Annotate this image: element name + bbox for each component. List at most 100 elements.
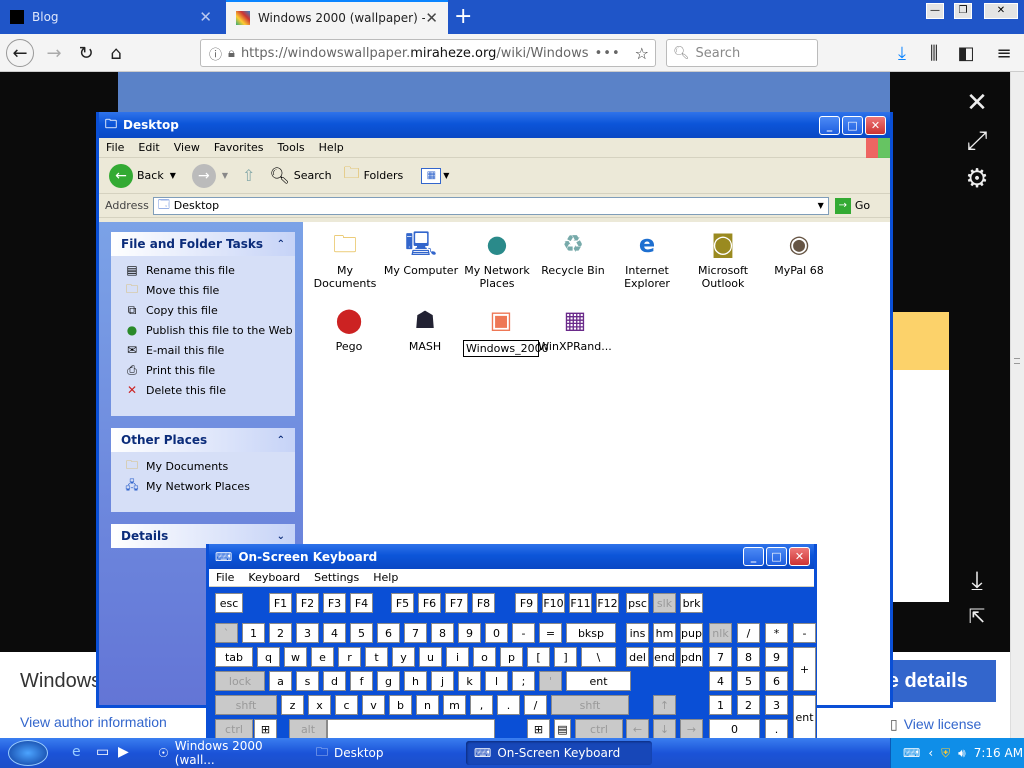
key-fn-2[interactable]: F2 xyxy=(296,593,319,613)
osk-menu-file[interactable]: File xyxy=(209,571,241,584)
place-my-network[interactable]: 🖧︎ My Network Places xyxy=(111,476,295,496)
taskbar-item-firefox[interactable]: ☉ Windows 2000 (wall... xyxy=(150,739,300,767)
search-button[interactable]: 🔍︎ Search xyxy=(269,166,331,185)
other-places-header[interactable]: Other Places ⌃ xyxy=(111,428,295,452)
explorer-titlebar[interactable]: 🗀︎ Desktop _ □ ✕ xyxy=(99,112,890,138)
task-delete[interactable]: ✕ Delete this file xyxy=(111,380,295,400)
menu-icon[interactable]: ≡ xyxy=(988,34,1020,72)
rename-box[interactable]: Windows_2000 xyxy=(463,340,549,357)
go-button[interactable]: → Go xyxy=(834,197,870,214)
view-license-link[interactable]: ▯ View license xyxy=(890,716,981,733)
media-quicklaunch-icon[interactable]: ▶ xyxy=(118,744,129,760)
key-num-13[interactable]: bksp xyxy=(566,623,616,643)
key-q-18[interactable]: 8 xyxy=(737,647,760,667)
key-fn-1[interactable]: F1 xyxy=(269,593,292,613)
dropdown-arrow-icon[interactable]: ▼ xyxy=(222,171,228,180)
library-icon[interactable]: ⫼ xyxy=(918,34,950,72)
close-lightbox-icon[interactable]: ✕ xyxy=(957,88,997,118)
search-input[interactable]: 🔍︎ Search xyxy=(666,39,818,67)
key-num-14[interactable]: ins xyxy=(626,623,649,643)
minimize-icon[interactable]: — xyxy=(926,3,944,19)
icon-windows-2000-file[interactable]: ▣ Windows_2000 xyxy=(463,302,549,357)
close-icon[interactable]: ✕ xyxy=(789,547,810,566)
explorer-quicklaunch-icon[interactable]: ▭ xyxy=(96,744,109,760)
key-a-11[interactable]: ' xyxy=(539,671,562,691)
key-a-3[interactable]: d xyxy=(323,671,346,691)
key-a-7[interactable]: j xyxy=(431,671,454,691)
key-win-right[interactable]: ⊞ xyxy=(527,719,550,739)
osk-menu-keyboard[interactable]: Keyboard xyxy=(241,571,307,584)
close-icon[interactable]: ✕ xyxy=(865,115,886,135)
key-right[interactable]: → xyxy=(680,719,703,739)
key-num-10[interactable]: 0 xyxy=(485,623,508,643)
key-fn-6[interactable]: F6 xyxy=(418,593,441,613)
menu-file[interactable]: File xyxy=(99,141,131,154)
key-q-8[interactable]: i xyxy=(446,647,469,667)
key-a-2[interactable]: s xyxy=(296,671,319,691)
key-q-16[interactable]: pdn xyxy=(680,647,703,667)
tray-keyboard-icon[interactable]: ⌨ xyxy=(903,746,920,760)
key-q-15[interactable]: end xyxy=(653,647,676,667)
key-fn-4[interactable]: F4 xyxy=(350,593,373,613)
key-a-4[interactable]: f xyxy=(350,671,373,691)
key-q-13[interactable]: \ xyxy=(581,647,616,667)
key-left[interactable]: ← xyxy=(626,719,649,739)
ie-quicklaunch-icon[interactable]: e xyxy=(72,744,81,760)
icon-my-documents[interactable]: 🗀︎ My Documents xyxy=(307,226,383,291)
key-q-11[interactable]: [ xyxy=(527,647,550,667)
key-a-14[interactable]: 5 xyxy=(737,671,760,691)
key-z-8[interactable]: , xyxy=(470,695,493,715)
key-fn-11[interactable]: F11 xyxy=(569,593,592,613)
key-q-5[interactable]: t xyxy=(365,647,388,667)
tab-windows-2000[interactable]: Windows 2000 (wallpaper) - Windo ✕ xyxy=(226,0,448,34)
icon-winxprand[interactable]: ▦ WinXPRand... xyxy=(537,302,613,354)
task-print[interactable]: ⎙ Print this file xyxy=(111,360,295,380)
taskbar-item-osk[interactable]: ⌨ On-Screen Keyboard xyxy=(466,741,652,765)
key-z-3[interactable]: c xyxy=(335,695,358,715)
key-z-6[interactable]: n xyxy=(416,695,439,715)
key-q-12[interactable]: ] xyxy=(554,647,577,667)
key-num-7[interactable]: 7 xyxy=(404,623,427,643)
key-q-9[interactable]: o xyxy=(473,647,496,667)
key-space[interactable] xyxy=(327,719,495,739)
icon-my-network-places[interactable]: ● My Network Places xyxy=(459,226,535,291)
key-menu[interactable]: ▤ xyxy=(554,719,571,739)
icon-mypal-68[interactable]: ◉ MyPal 68 xyxy=(761,226,837,278)
page-scrollbar[interactable] xyxy=(1010,72,1024,738)
key-z-15[interactable]: ent xyxy=(793,695,816,739)
key-q-17[interactable]: 7 xyxy=(709,647,732,667)
menu-tools[interactable]: Tools xyxy=(271,141,312,154)
key-down[interactable]: ↓ xyxy=(653,719,676,739)
key-fn-5[interactable]: F5 xyxy=(391,593,414,613)
key-a-8[interactable]: k xyxy=(458,671,481,691)
back-arrow-icon[interactable]: ← xyxy=(4,34,36,72)
tab-blog[interactable]: Blog ✕ xyxy=(0,0,222,34)
key-z-5[interactable]: b xyxy=(389,695,412,715)
key-num-0[interactable]: ` xyxy=(215,623,238,643)
tray-shield-icon[interactable]: ⛨ xyxy=(941,746,950,761)
key-a-1[interactable]: a xyxy=(269,671,292,691)
maximize-icon[interactable]: □ xyxy=(842,115,863,135)
restore-icon[interactable]: ❐ xyxy=(954,3,972,19)
key-fn-15[interactable]: brk xyxy=(680,593,703,613)
minimize-icon[interactable]: _ xyxy=(819,115,840,135)
tray-volume-icon[interactable]: 🔊︎ xyxy=(958,746,966,761)
key-ctl-1[interactable]: alt xyxy=(289,719,327,739)
forward-button[interactable]: → ▼ xyxy=(191,163,228,188)
key-q-20[interactable]: + xyxy=(793,647,816,691)
new-tab-button[interactable]: + xyxy=(454,4,472,29)
task-rename[interactable]: ▤ Rename this file xyxy=(111,260,295,280)
osk-menu-help[interactable]: Help xyxy=(366,571,405,584)
key-a-0[interactable]: lock xyxy=(215,671,265,691)
task-copy[interactable]: ⧉ Copy this file xyxy=(111,300,295,320)
share-icon[interactable]: ⇱ xyxy=(957,604,997,628)
key-num-3[interactable]: 3 xyxy=(296,623,319,643)
key-num-9[interactable]: 9 xyxy=(458,623,481,643)
key-z-0[interactable]: shft xyxy=(215,695,277,715)
key-a-12[interactable]: ent xyxy=(566,671,631,691)
page-actions-icon[interactable]: ••• xyxy=(595,46,621,61)
key-a-10[interactable]: ; xyxy=(512,671,535,691)
forward-arrow-icon[interactable]: → xyxy=(38,34,70,72)
back-button[interactable]: ← Back ▼ xyxy=(109,163,176,188)
icon-mash[interactable]: ☗ MASH xyxy=(387,302,463,354)
